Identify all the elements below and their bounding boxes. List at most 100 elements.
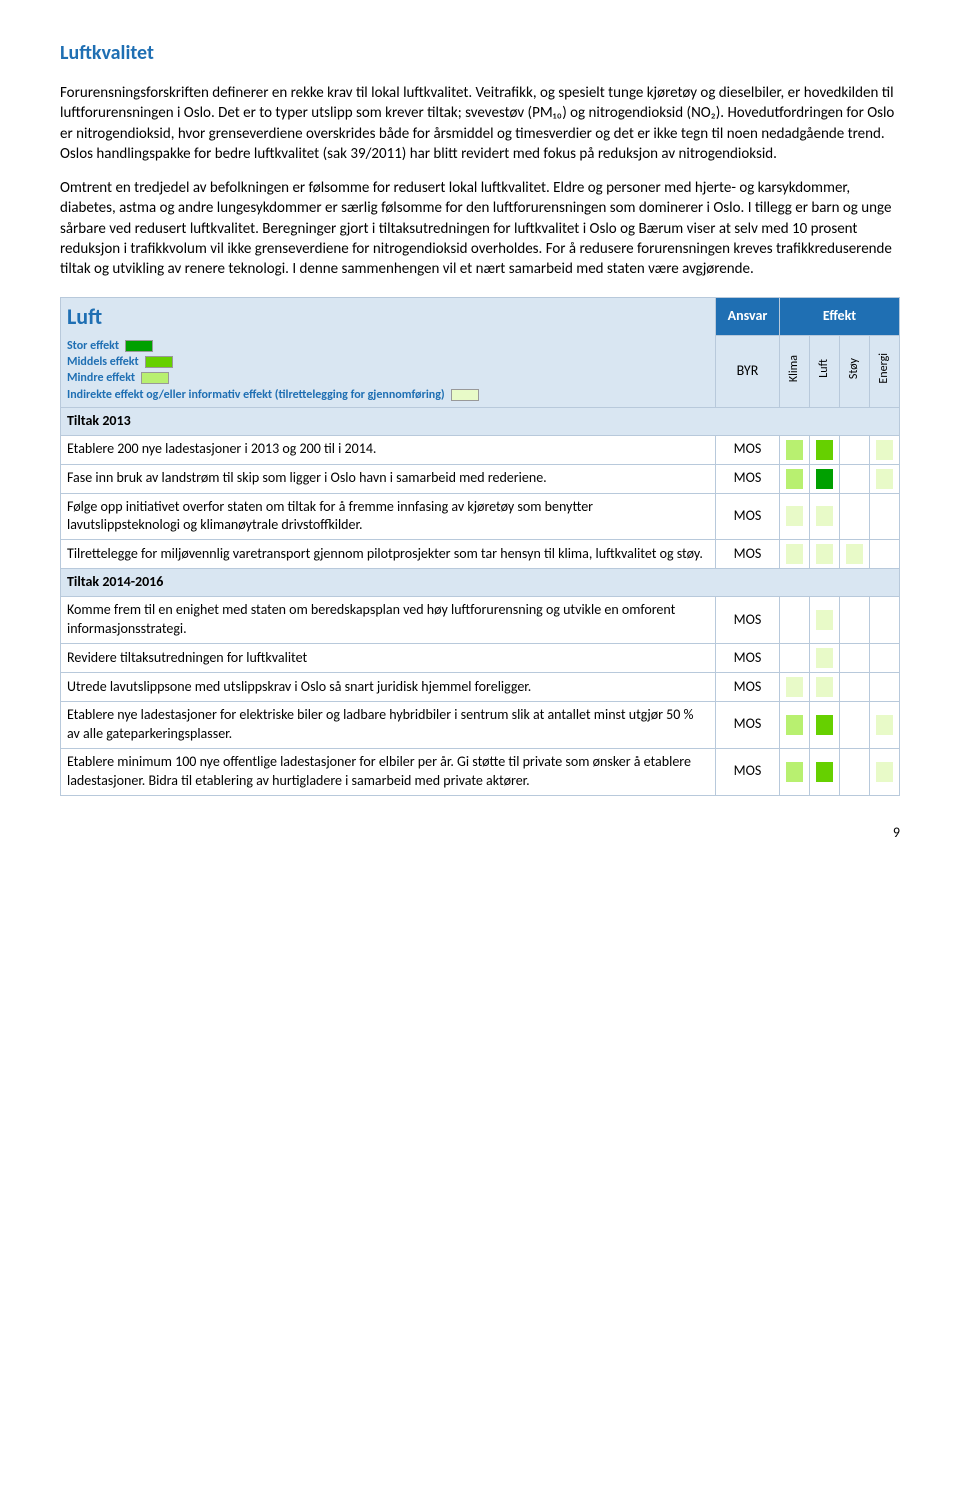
table-row: Utrede lavutslippsone med utslippskrav i… bbox=[61, 673, 900, 702]
row-ansvar: MOS bbox=[716, 748, 780, 795]
effect-cell bbox=[810, 597, 840, 644]
effect-swatch bbox=[786, 610, 803, 630]
effect-cell bbox=[840, 493, 870, 540]
effect-swatch bbox=[846, 715, 863, 735]
col-klima: Klima bbox=[780, 335, 810, 407]
effect-swatch bbox=[876, 762, 893, 782]
row-desc: Revidere tiltaksutredningen for luftkval… bbox=[61, 644, 716, 673]
legend-label-indirekte: Indirekte effekt og/eller informativ eff… bbox=[67, 387, 445, 403]
effect-swatch bbox=[816, 715, 833, 735]
effect-cell bbox=[780, 540, 810, 569]
effect-swatch bbox=[816, 440, 833, 460]
effect-cell bbox=[840, 748, 870, 795]
effect-cell bbox=[780, 435, 810, 464]
section-heading: Luftkvalitet bbox=[60, 40, 900, 67]
col-luft: Luft bbox=[810, 335, 840, 407]
effect-cell bbox=[840, 644, 870, 673]
effect-swatch bbox=[846, 762, 863, 782]
swatch-stor bbox=[125, 340, 153, 352]
table-row: Etablere 200 nye ladestasjoner i 2013 og… bbox=[61, 435, 900, 464]
effect-cell bbox=[810, 748, 840, 795]
effect-cell bbox=[870, 493, 900, 540]
effect-cell bbox=[870, 464, 900, 493]
effect-swatch bbox=[876, 648, 893, 668]
row-desc: Tilrettelegge for miljøvennlig varetrans… bbox=[61, 540, 716, 569]
effect-swatch bbox=[816, 648, 833, 668]
effect-swatch bbox=[816, 677, 833, 697]
effect-cell bbox=[840, 673, 870, 702]
table-row: Revidere tiltaksutredningen for luftkval… bbox=[61, 644, 900, 673]
swatch-middels bbox=[145, 356, 173, 368]
effect-cell bbox=[780, 644, 810, 673]
effect-cell bbox=[810, 435, 840, 464]
row-ansvar: MOS bbox=[716, 493, 780, 540]
effect-cell bbox=[870, 702, 900, 749]
effect-swatch bbox=[876, 677, 893, 697]
row-desc: Komme frem til en enighet med staten om … bbox=[61, 597, 716, 644]
legend-item-stor: Stor effekt bbox=[67, 338, 709, 354]
row-desc: Følge opp initiativet overfor staten om … bbox=[61, 493, 716, 540]
effect-swatch bbox=[846, 506, 863, 526]
paragraph-2: Omtrent en tredjedel av befolkningen er … bbox=[60, 178, 900, 279]
effect-swatch bbox=[786, 715, 803, 735]
effect-swatch bbox=[786, 440, 803, 460]
row-ansvar: MOS bbox=[716, 673, 780, 702]
effect-cell bbox=[840, 702, 870, 749]
effect-swatch bbox=[876, 610, 893, 630]
effect-swatch bbox=[876, 715, 893, 735]
paragraph-1: Forurensningsforskriften definerer en re… bbox=[60, 83, 900, 164]
section-2013-label: Tiltak 2013 bbox=[61, 407, 900, 435]
effect-cell bbox=[870, 597, 900, 644]
effect-cell bbox=[810, 673, 840, 702]
row-ansvar: MOS bbox=[716, 702, 780, 749]
legend-label-middels: Middels effekt bbox=[67, 354, 139, 370]
col-stoy: Støy bbox=[840, 335, 870, 407]
effect-swatch bbox=[876, 440, 893, 460]
col-luft-label: Luft bbox=[816, 359, 832, 378]
swatch-indirekte bbox=[451, 389, 479, 401]
col-stoy-label: Støy bbox=[846, 358, 862, 379]
legend: Stor effekt Middels effekt Mindre effekt… bbox=[67, 338, 709, 403]
effect-swatch bbox=[846, 648, 863, 668]
effect-cell bbox=[810, 464, 840, 493]
effect-cell bbox=[780, 702, 810, 749]
effect-cell bbox=[840, 597, 870, 644]
effect-swatch bbox=[786, 544, 803, 564]
effect-swatch bbox=[816, 610, 833, 630]
table-row: Fase inn bruk av landstrøm til skip som … bbox=[61, 464, 900, 493]
effect-swatch bbox=[816, 544, 833, 564]
effekt-header: Effekt bbox=[780, 298, 900, 335]
row-ansvar: MOS bbox=[716, 644, 780, 673]
effect-cell bbox=[780, 597, 810, 644]
table-row: Etablere minimum 100 nye offentlige lade… bbox=[61, 748, 900, 795]
effect-swatch bbox=[816, 469, 833, 489]
effect-swatch bbox=[786, 648, 803, 668]
legend-item-indirekte: Indirekte effekt og/eller informativ eff… bbox=[67, 387, 709, 403]
effect-swatch bbox=[846, 544, 863, 564]
effect-swatch bbox=[846, 440, 863, 460]
effect-cell bbox=[870, 540, 900, 569]
ansvar-header: Ansvar bbox=[716, 298, 780, 335]
table-title-text: Luft bbox=[67, 302, 709, 332]
effect-cell bbox=[780, 493, 810, 540]
effect-cell bbox=[780, 673, 810, 702]
legend-item-middels: Middels effekt bbox=[67, 354, 709, 370]
col-klima-label: Klima bbox=[786, 355, 802, 382]
effect-swatch bbox=[876, 469, 893, 489]
effect-swatch bbox=[846, 469, 863, 489]
effect-cell bbox=[780, 464, 810, 493]
effect-swatch bbox=[786, 677, 803, 697]
effect-cell bbox=[810, 493, 840, 540]
table-row: Etablere nye ladestasjoner for elektrisk… bbox=[61, 702, 900, 749]
col-energi: Energi bbox=[870, 335, 900, 407]
row-ansvar: MOS bbox=[716, 464, 780, 493]
table-row: Følge opp initiativet overfor staten om … bbox=[61, 493, 900, 540]
effect-swatch bbox=[816, 762, 833, 782]
legend-label-stor: Stor effekt bbox=[67, 338, 119, 354]
table-header-row: Luft Stor effekt Middels effekt Mindre e… bbox=[61, 298, 900, 335]
legend-label-mindre: Mindre effekt bbox=[67, 370, 135, 386]
effect-cell bbox=[840, 464, 870, 493]
effect-cell bbox=[870, 644, 900, 673]
effect-cell bbox=[870, 748, 900, 795]
effect-swatch bbox=[876, 506, 893, 526]
